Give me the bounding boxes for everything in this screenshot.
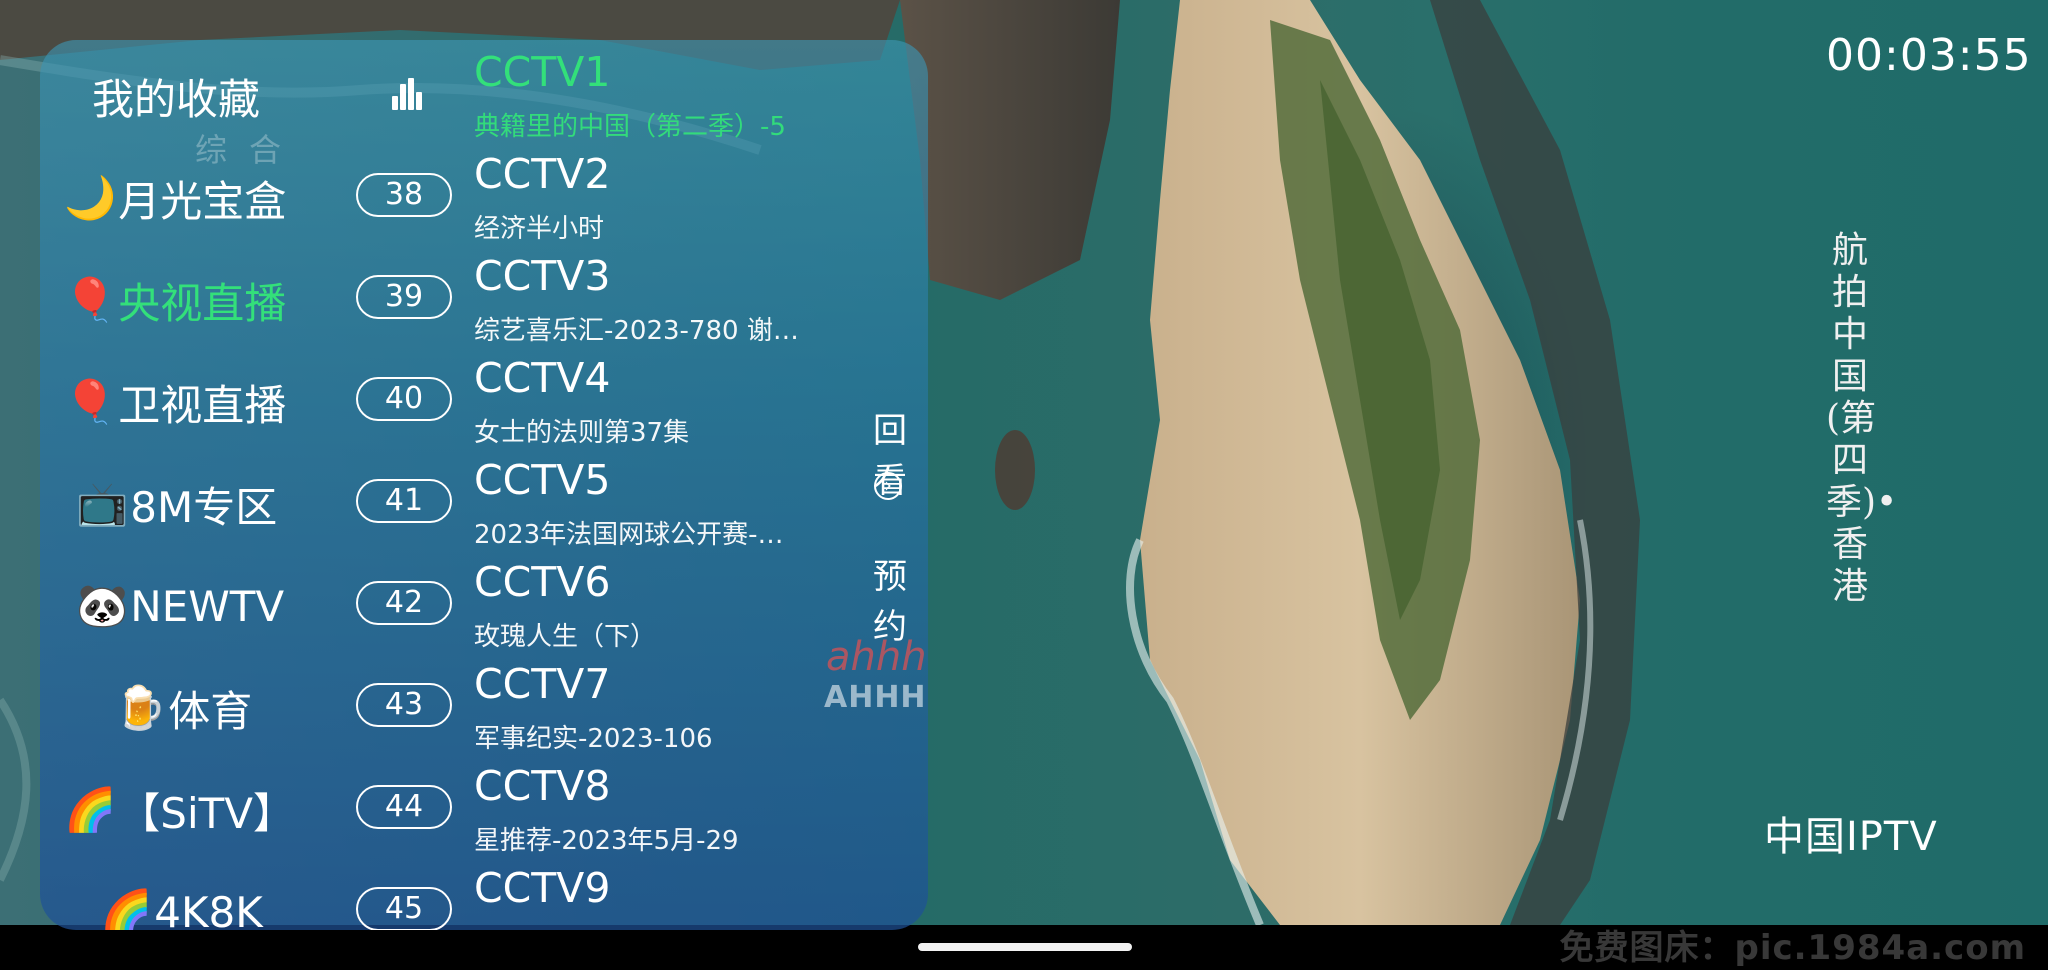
channel-program: 星推荐-2023年5月-29 (474, 826, 739, 856)
channel-number-badge: 42 (356, 581, 452, 625)
channel-name[interactable]: CCTV2 (474, 150, 610, 198)
channel-number-badge: 43 (356, 683, 452, 727)
site-watermark: AHHHHFS.COM (824, 680, 928, 715)
channel-number-badge: 45 (356, 887, 452, 930)
site-watermark-logo: ahhhhfs (826, 634, 928, 680)
home-indicator[interactable] (918, 943, 1132, 951)
channel-name[interactable]: CCTV5 (474, 456, 610, 504)
chevron-right-circle-icon[interactable]: › (874, 472, 902, 500)
channel-name[interactable]: CCTV8 (474, 762, 610, 810)
channel-program: 经济半小时 (474, 214, 605, 244)
channel-program: 女士的法则第37集 (474, 418, 690, 448)
channel-name[interactable]: CCTV6 (474, 558, 610, 606)
program-title-vertical: 航拍中国(第四季)•香港 (1826, 230, 1898, 607)
channel-number-badge: 40 (356, 377, 452, 421)
channel-program: 综艺喜乐汇-2023-780 谢… (474, 316, 799, 346)
channel-name[interactable]: CCTV3 (474, 252, 610, 300)
channel-program: 典籍里的中国（第二季）-5 (474, 112, 786, 142)
playback-clock: 00:03:55 (1826, 30, 2032, 81)
channel-number-badge: 41 (356, 479, 452, 523)
channel-list-panel: 我的收藏 综合 🌙 月光宝盒 🎈 央视直播 🎈 卫视直播 📺 8M专区 🐼 NE… (40, 40, 928, 930)
channel-number-badge: 38 (356, 173, 452, 217)
channel-program: 2023年法国网球公开赛-… (474, 520, 784, 550)
channel-column: CCTV1 典籍里的中国（第二季）-5 38 CCTV2 经济半小时 39 CC… (40, 40, 928, 930)
channel-name[interactable]: CCTV1 (474, 48, 610, 96)
channel-logo: 中国IPTV (1764, 814, 1938, 860)
channel-program: 军事纪实-2023-106 (474, 724, 713, 754)
channel-name[interactable]: CCTV7 (474, 660, 610, 708)
channel-name[interactable]: CCTV4 (474, 354, 610, 402)
channel-program: 玫瑰人生（下） (474, 622, 657, 652)
channel-number-badge: 44 (356, 785, 452, 829)
watermark-text: 免费图床：pic.1984a.com (1559, 928, 2026, 968)
channel-name[interactable]: CCTV9 (474, 864, 610, 912)
channel-number-badge: 39 (356, 275, 452, 319)
